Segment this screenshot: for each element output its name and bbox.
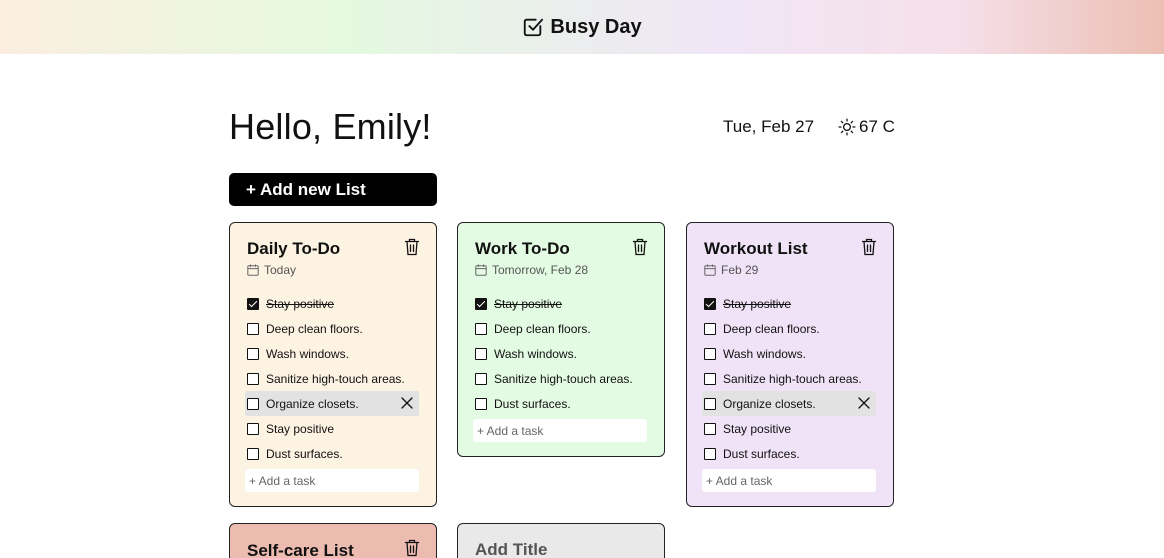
list-title[interactable]: Daily To-Do <box>247 239 420 259</box>
checkbox[interactable] <box>704 297 716 310</box>
close-icon[interactable] <box>401 397 413 409</box>
task-label: Wash windows. <box>723 346 806 361</box>
task-list: Stay positive Deep clean floors. Wash wi… <box>475 291 648 416</box>
checkbox-icon <box>524 18 544 37</box>
list-date: Tomorrow, Feb 28 <box>475 263 648 277</box>
task-item[interactable]: Stay positive <box>702 416 876 441</box>
current-date: Tue, Feb 27 <box>723 117 815 136</box>
task-label: Stay positive <box>266 421 335 436</box>
trash-icon[interactable] <box>404 539 420 557</box>
task-label: Deep clean floors. <box>723 321 820 336</box>
task-item[interactable]: Organize closets. <box>245 391 419 416</box>
checkbox[interactable] <box>247 297 259 310</box>
list-title[interactable]: Workout List <box>704 239 877 259</box>
list-title[interactable]: Self-care List <box>247 541 420 558</box>
checkbox[interactable] <box>475 297 487 310</box>
trash-icon[interactable] <box>632 238 648 256</box>
task-label: Stay positive <box>723 421 792 436</box>
task-item[interactable]: Organize closets. <box>702 391 876 416</box>
task-item[interactable]: Stay positive <box>245 291 419 316</box>
task-item[interactable]: Dust surfaces. <box>702 441 876 466</box>
task-label: Wash windows. <box>494 346 577 361</box>
list-card-new: Add Title <box>457 523 665 558</box>
task-label: Sanitize high-touch areas. <box>266 371 405 386</box>
list-card-selfcare: Self-care List <box>229 523 437 558</box>
list-card-work: Work To-Do Tomorrow, Feb 28 Stay positiv… <box>457 222 665 457</box>
checkbox[interactable] <box>247 322 259 335</box>
checkbox[interactable] <box>704 322 716 335</box>
checkbox[interactable] <box>475 347 487 360</box>
calendar-icon <box>247 264 259 276</box>
checkbox[interactable] <box>704 372 716 385</box>
checkbox[interactable] <box>247 397 259 410</box>
task-label: Stay positive <box>723 296 792 311</box>
task-label: Deep clean floors. <box>266 321 363 336</box>
task-label: Organize closets. <box>723 396 816 411</box>
task-item[interactable]: Sanitize high-touch areas. <box>702 366 876 391</box>
list-title-input[interactable]: Add Title <box>475 540 648 558</box>
task-label: Dust surfaces. <box>494 396 571 411</box>
task-item[interactable]: Deep clean floors. <box>245 316 419 341</box>
task-item[interactable]: Wash windows. <box>473 341 647 366</box>
task-item[interactable]: Sanitize high-touch areas. <box>473 366 647 391</box>
checkbox[interactable] <box>704 347 716 360</box>
add-task-input[interactable] <box>473 419 647 442</box>
task-label: Sanitize high-touch areas. <box>723 371 862 386</box>
add-new-list-button[interactable]: + Add new List <box>229 173 437 206</box>
task-label: Organize closets. <box>266 396 359 411</box>
app-name: Busy Day <box>550 15 642 38</box>
task-list: Stay positive Deep clean floors. Wash wi… <box>702 291 877 466</box>
list-card-daily: Daily To-Do Today Stay positive Deep cle… <box>229 222 437 507</box>
temperature: 67 C <box>859 117 895 136</box>
checkbox[interactable] <box>704 447 716 460</box>
checkbox[interactable] <box>247 372 259 385</box>
task-item[interactable]: Sanitize high-touch areas. <box>245 366 419 391</box>
task-item[interactable]: Deep clean floors. <box>473 316 647 341</box>
task-item[interactable]: Stay positive <box>702 291 876 316</box>
weather: 67 C <box>838 117 895 137</box>
task-label: Stay positive <box>266 296 335 311</box>
task-label: Dust surfaces. <box>266 446 343 461</box>
add-task-input[interactable] <box>245 469 419 492</box>
task-item[interactable]: Dust surfaces. <box>245 441 419 466</box>
sun-icon <box>838 118 856 136</box>
task-item[interactable]: Stay positive <box>245 416 419 441</box>
trash-icon[interactable] <box>404 238 420 256</box>
task-item[interactable]: Deep clean floors. <box>702 316 876 341</box>
task-label: Dust surfaces. <box>723 446 800 461</box>
list-date: Feb 29 <box>704 263 877 277</box>
checkbox[interactable] <box>247 347 259 360</box>
checkbox[interactable] <box>247 422 259 435</box>
trash-icon[interactable] <box>861 238 877 256</box>
close-icon[interactable] <box>858 397 870 409</box>
task-list: Stay positive Deep clean floors. Wash wi… <box>245 291 420 466</box>
task-item[interactable]: Stay positive <box>473 291 647 316</box>
checkbox[interactable] <box>704 397 716 410</box>
greeting: Hello, Emily! <box>229 106 432 147</box>
brand[interactable]: Busy Day <box>522 15 642 39</box>
checkbox[interactable] <box>475 372 487 385</box>
task-label: Deep clean floors. <box>494 321 591 336</box>
add-task-input[interactable] <box>702 469 876 492</box>
calendar-icon <box>704 264 716 276</box>
task-label: Stay positive <box>494 296 563 311</box>
task-item[interactable]: Dust surfaces. <box>473 391 647 416</box>
checkbox[interactable] <box>704 422 716 435</box>
top-bar: Busy Day <box>0 0 1164 54</box>
task-label: Sanitize high-touch areas. <box>494 371 633 386</box>
list-card-workout: Workout List Feb 29 Stay positive Deep c… <box>686 222 894 507</box>
task-label: Wash windows. <box>266 346 349 361</box>
task-item[interactable]: Wash windows. <box>245 341 419 366</box>
calendar-icon <box>475 264 487 276</box>
checkbox[interactable] <box>475 397 487 410</box>
list-title[interactable]: Work To-Do <box>475 239 648 259</box>
task-item[interactable]: Wash windows. <box>702 341 876 366</box>
checkbox[interactable] <box>475 322 487 335</box>
list-date: Today <box>247 263 420 277</box>
checkbox[interactable] <box>247 447 259 460</box>
